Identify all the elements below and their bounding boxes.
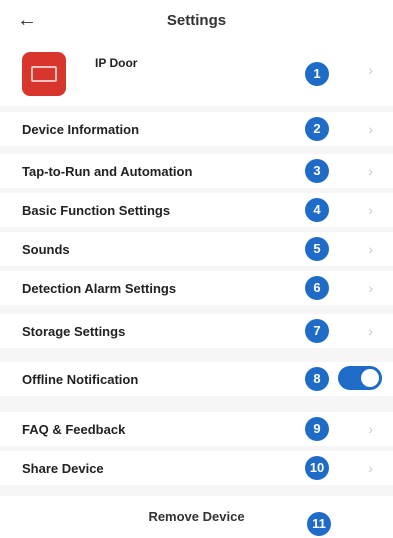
row-storage-settings[interactable]: Storage Settings 7 › bbox=[0, 314, 393, 348]
row-label: FAQ & Feedback bbox=[22, 422, 126, 437]
annotation-badge-9: 9 bbox=[305, 417, 329, 441]
page-title: Settings bbox=[166, 12, 227, 29]
row-tap-to-run[interactable]: Tap-to-Run and Automation 3 › bbox=[0, 154, 393, 188]
row-label: Device Information bbox=[22, 122, 140, 137]
remove-device-label: Remove Device bbox=[148, 509, 245, 524]
row-label: Tap-to-Run and Automation bbox=[22, 164, 193, 179]
row-detection-alarm-settings[interactable]: Detection Alarm Settings 6 › bbox=[0, 271, 393, 305]
annotation-badge-7: 7 bbox=[305, 319, 329, 343]
chevron-right-icon: › bbox=[368, 280, 373, 296]
row-faq-feedback[interactable]: FAQ & Feedback 9 › bbox=[0, 412, 393, 446]
row-label: Sounds bbox=[22, 242, 70, 257]
chevron-right-icon: › bbox=[368, 62, 373, 78]
annotation-badge-10: 10 bbox=[305, 456, 329, 480]
annotation-badge-8: 8 bbox=[305, 367, 329, 391]
chevron-right-icon: › bbox=[368, 202, 373, 218]
remove-device-button[interactable]: Remove Device 11 bbox=[0, 496, 393, 538]
row-basic-function-settings[interactable]: Basic Function Settings 4 › bbox=[0, 193, 393, 227]
annotation-badge-3: 3 bbox=[305, 159, 329, 183]
row-label: Storage Settings bbox=[22, 324, 126, 339]
annotation-badge-2: 2 bbox=[305, 117, 329, 141]
row-device-information[interactable]: Device Information 2 › bbox=[0, 112, 393, 146]
settings-screen: ← Settings IP Door 1 › Device Informatio… bbox=[0, 0, 393, 538]
row-offline-notification: Offline Notification 8 bbox=[0, 362, 393, 396]
row-label: Detection Alarm Settings bbox=[22, 281, 177, 296]
device-icon-graphic bbox=[31, 66, 57, 82]
row-share-device[interactable]: Share Device 10 › bbox=[0, 451, 393, 485]
row-label: Basic Function Settings bbox=[22, 203, 171, 218]
offline-notification-toggle[interactable] bbox=[338, 366, 382, 390]
chevron-right-icon: › bbox=[368, 163, 373, 179]
annotation-badge-1: 1 bbox=[305, 62, 329, 86]
chevron-right-icon: › bbox=[368, 121, 373, 137]
annotation-badge-5: 5 bbox=[305, 237, 329, 261]
row-label: Offline Notification bbox=[22, 372, 139, 387]
chevron-right-icon: › bbox=[368, 460, 373, 476]
chevron-right-icon: › bbox=[368, 323, 373, 339]
row-label: Share Device bbox=[22, 461, 104, 476]
top-bar: ← Settings bbox=[0, 0, 393, 44]
chevron-right-icon: › bbox=[368, 421, 373, 437]
annotation-badge-6: 6 bbox=[305, 276, 329, 300]
device-name: IP Door bbox=[95, 56, 138, 70]
chevron-right-icon: › bbox=[368, 241, 373, 257]
row-sounds[interactable]: Sounds 5 › bbox=[0, 232, 393, 266]
toggle-knob bbox=[361, 369, 379, 387]
annotation-badge-4: 4 bbox=[305, 198, 329, 222]
doorbell-camera-icon bbox=[22, 52, 66, 96]
annotation-badge-11: 11 bbox=[307, 512, 331, 536]
